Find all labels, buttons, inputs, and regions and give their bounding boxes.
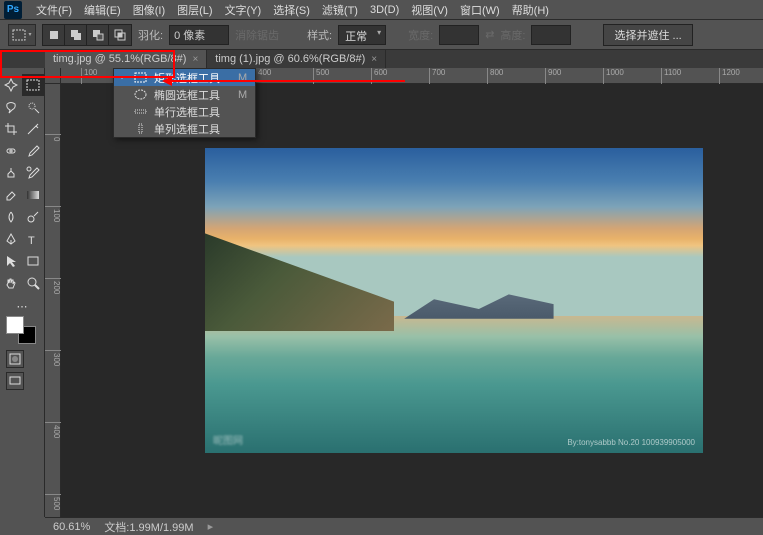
menu-filter[interactable]: 滤镜(T) — [316, 0, 364, 20]
flyout-ellipse-marquee[interactable]: 椭圆选框工具 M — [114, 86, 255, 103]
menu-edit[interactable]: 编辑(E) — [78, 0, 127, 20]
menu-file[interactable]: 文件(F) — [30, 0, 78, 20]
tab-label: timg (1).jpg @ 60.6%(RGB/8#) — [215, 53, 365, 65]
marquee-flyout: • 矩形选框工具 M 椭圆选框工具 M 单行选框工具 单列选框工具 — [113, 68, 256, 138]
antialias-label: 消除锯齿 — [235, 27, 279, 43]
tool-edit-icon[interactable]: ⋯ — [0, 300, 44, 312]
move-tool[interactable] — [0, 74, 22, 96]
flyout-label: 矩形选框工具 — [154, 70, 220, 86]
eraser-tool[interactable] — [0, 184, 22, 206]
ruler-vertical: 0100200300400500 — [45, 84, 61, 517]
flyout-label: 单行选框工具 — [154, 104, 220, 120]
ellipse-marquee-icon — [132, 89, 148, 100]
subtract-selection-icon[interactable] — [87, 25, 109, 45]
marquee-tool[interactable] — [22, 74, 44, 96]
eyedropper-tool[interactable] — [22, 118, 44, 140]
canvas-area[interactable]: 100200300400500600700800900100011001200 … — [45, 68, 763, 517]
document-canvas[interactable]: 昵图网 By:tonysabbb No.20 100939905000 — [205, 148, 703, 453]
color-swatches[interactable] — [6, 316, 36, 344]
blur-tool[interactable] — [0, 206, 22, 228]
intersect-selection-icon[interactable] — [109, 25, 131, 45]
shortcut: M — [238, 89, 247, 101]
selection-mode-group — [42, 24, 132, 46]
menu-3d[interactable]: 3D(D) — [364, 2, 405, 18]
history-brush-tool[interactable] — [22, 162, 44, 184]
document-tab[interactable]: timg (1).jpg @ 60.6%(RGB/8#) × — [207, 50, 386, 68]
style-label: 样式: — [307, 27, 332, 43]
shortcut: M — [238, 72, 247, 84]
brush-tool[interactable] — [22, 140, 44, 162]
lasso-tool[interactable] — [0, 96, 22, 118]
image-water — [205, 316, 703, 453]
row-marquee-icon — [132, 106, 148, 117]
zoom-tool[interactable] — [22, 272, 44, 294]
clone-stamp-tool[interactable] — [0, 162, 22, 184]
style-dropdown[interactable]: 正常 — [338, 25, 386, 45]
flyout-rect-marquee[interactable]: • 矩形选框工具 M — [114, 69, 255, 86]
app-logo: Ps — [4, 1, 22, 19]
foreground-color[interactable] — [6, 316, 24, 334]
rect-marquee-icon — [132, 72, 148, 83]
flyout-label: 单列选框工具 — [154, 121, 220, 137]
type-tool[interactable]: T — [22, 228, 44, 250]
status-flyout-icon[interactable]: ▸ — [208, 520, 214, 533]
healing-tool[interactable] — [0, 140, 22, 162]
feather-label: 羽化: — [138, 27, 163, 43]
menu-help[interactable]: 帮助(H) — [506, 0, 555, 20]
document-tabstrip: timg.jpg @ 55.1%(RGB/8#) × timg (1).jpg @… — [0, 50, 763, 68]
menu-image[interactable]: 图像(I) — [127, 0, 171, 20]
close-icon[interactable]: × — [192, 54, 198, 65]
tool-preset[interactable]: ▾ — [8, 24, 36, 46]
menu-window[interactable]: 窗口(W) — [454, 0, 506, 20]
document-tab[interactable]: timg.jpg @ 55.1%(RGB/8#) × — [45, 50, 207, 68]
quick-select-tool[interactable] — [22, 96, 44, 118]
height-input — [531, 25, 571, 45]
watermark-left: 昵图网 — [213, 432, 243, 447]
status-bar: 60.61% 文档:1.99M/1.99M ▸ — [45, 517, 763, 535]
tab-label: timg.jpg @ 55.1%(RGB/8#) — [53, 53, 186, 65]
doc-size-value: 1.99M/1.99M — [129, 522, 193, 534]
options-bar: ▾ 羽化: 消除锯齿 样式: 正常 宽度: ⇄ 高度: 选择并遮住 ... — [0, 20, 763, 50]
ruler-corner — [45, 68, 61, 84]
toolbox: T ⋯ — [0, 68, 45, 517]
add-selection-icon[interactable] — [65, 25, 87, 45]
swap-wh-icon: ⇄ — [485, 28, 494, 41]
width-label: 宽度: — [408, 27, 433, 43]
height-label: 高度: — [500, 27, 525, 43]
gradient-tool[interactable] — [22, 184, 44, 206]
col-marquee-icon — [132, 123, 148, 134]
shape-tool[interactable] — [22, 250, 44, 272]
flyout-row-marquee[interactable]: 单行选框工具 — [114, 103, 255, 120]
pen-tool[interactable] — [0, 228, 22, 250]
menu-type[interactable]: 文字(Y) — [219, 0, 268, 20]
path-select-tool[interactable] — [0, 250, 22, 272]
menu-view[interactable]: 视图(V) — [405, 0, 454, 20]
doc-size-label: 文档: — [104, 522, 129, 534]
flyout-label: 椭圆选框工具 — [154, 87, 220, 103]
svg-text:T: T — [28, 235, 35, 246]
width-input — [439, 25, 479, 45]
dodge-tool[interactable] — [22, 206, 44, 228]
menu-bar: Ps 文件(F) 编辑(E) 图像(I) 图层(L) 文字(Y) 选择(S) 滤… — [0, 0, 763, 20]
flyout-col-marquee[interactable]: 单列选框工具 — [114, 120, 255, 137]
watermark-right: By:tonysabbb No.20 100939905000 — [567, 438, 695, 447]
screenmode-icon[interactable] — [6, 372, 24, 390]
menu-layer[interactable]: 图层(L) — [171, 0, 218, 20]
new-selection-icon[interactable] — [43, 25, 65, 45]
main-area: T ⋯ 100200300400500600700800900100011001… — [0, 68, 763, 517]
crop-tool[interactable] — [0, 118, 22, 140]
select-and-mask-button[interactable]: 选择并遮住 ... — [603, 24, 692, 46]
zoom-level[interactable]: 60.61% — [53, 521, 90, 533]
quickmask-icon[interactable] — [6, 350, 24, 368]
menu-select[interactable]: 选择(S) — [267, 0, 316, 20]
hand-tool[interactable] — [0, 272, 22, 294]
close-icon[interactable]: × — [371, 54, 377, 65]
feather-input[interactable] — [169, 25, 229, 45]
